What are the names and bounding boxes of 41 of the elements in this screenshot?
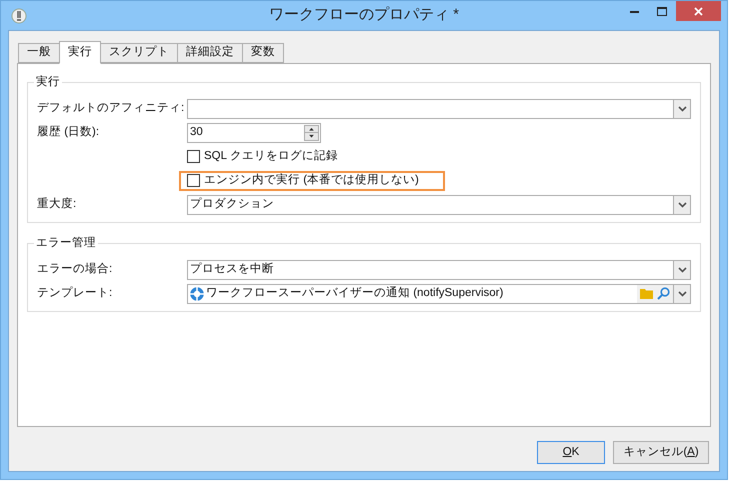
lifebuoy-icon <box>190 286 204 300</box>
checkbox-row[interactable]: エンジン内で実行 (本番では使用しない) <box>179 170 445 190</box>
dialog-button[interactable]: キャンセル(A) <box>613 441 709 464</box>
number-field[interactable]: 30 <box>187 122 321 142</box>
chevron-down-icon <box>678 202 686 208</box>
tab[interactable]: 変数 <box>242 43 284 63</box>
dropdown-field[interactable]: プロセスを中断 <box>187 260 691 280</box>
field-label: エラーの場合: <box>37 262 112 277</box>
app-icon <box>11 8 27 24</box>
chevron-down-icon <box>678 266 686 272</box>
dropdown-button[interactable] <box>673 196 690 214</box>
close-icon <box>694 6 703 16</box>
dropdown-button[interactable] <box>673 284 690 302</box>
dropdown-field[interactable] <box>187 98 691 118</box>
template-field[interactable]: ワークフロースーパーバイザーの通知 (notifySupervisor) <box>187 284 691 304</box>
checkbox-label: エンジン内で実行 (本番では使用しない) <box>204 172 419 188</box>
window-title: ワークフローのプロパティ * <box>268 5 459 26</box>
minimize-icon <box>630 10 638 12</box>
checkbox-row[interactable]: SQL クエリをログに記録 <box>179 146 364 166</box>
arrow-down-icon <box>305 132 318 140</box>
field-label: テンプレート: <box>37 285 112 301</box>
dialog-button[interactable]: OK <box>537 441 605 464</box>
tab[interactable]: 一般 <box>18 43 60 63</box>
search-icon[interactable] <box>657 287 670 300</box>
field-label: 重大度: <box>37 196 76 212</box>
checkbox-label: SQL クエリをログに記録 <box>204 148 338 164</box>
close-button[interactable] <box>676 1 721 21</box>
tab[interactable]: スクリプト <box>100 43 178 63</box>
checkbox[interactable] <box>187 150 200 163</box>
dropdown-button[interactable] <box>673 260 690 278</box>
dropdown-button[interactable] <box>673 100 690 118</box>
tab[interactable]: 実行 <box>59 41 101 64</box>
checkbox[interactable] <box>187 174 200 187</box>
dropdown-field[interactable]: プロダクション <box>187 194 691 214</box>
chevron-down-icon <box>678 290 686 296</box>
field-label: 履歴 (日数): <box>37 124 100 140</box>
tab[interactable]: 詳細設定 <box>177 43 243 63</box>
spinner-buttons[interactable] <box>304 124 319 140</box>
field-label: デフォルトのアフィニティ: <box>37 100 184 116</box>
chevron-down-icon <box>678 106 686 112</box>
maximize-icon <box>657 6 667 16</box>
